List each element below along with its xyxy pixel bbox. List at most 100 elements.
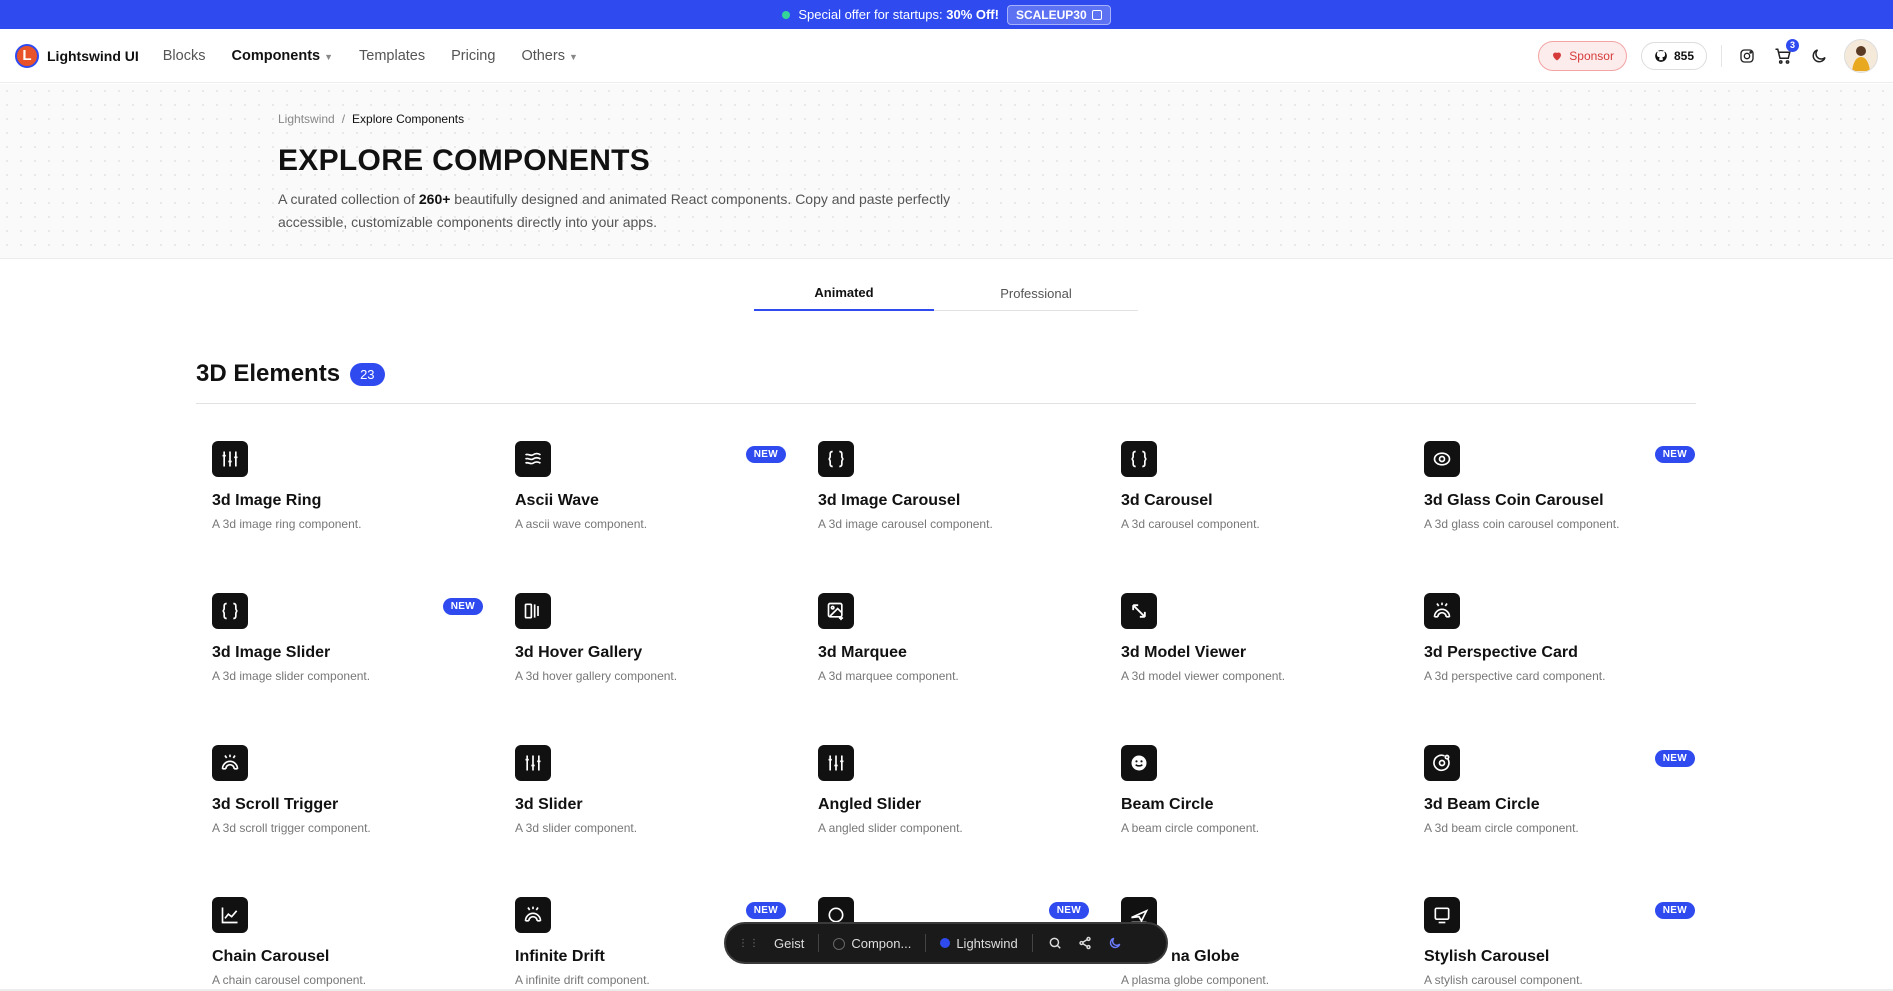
nav-link-templates[interactable]: Templates [359, 48, 425, 64]
card-title: 3d Image Ring [212, 492, 322, 509]
component-card[interactable]: 3d Image Ring A 3d image ring component. [196, 424, 499, 576]
card-title: 3d Carousel [1121, 492, 1213, 509]
avatar[interactable] [1844, 38, 1878, 73]
card-title: Stylish Carousel [1424, 948, 1550, 965]
theme-toggle-icon[interactable] [1808, 45, 1830, 67]
page-selector[interactable]: Compon... [833, 936, 911, 951]
tab-animated[interactable]: Animated [754, 275, 934, 311]
drag-handle-icon[interactable]: ⋮⋮ [738, 938, 760, 949]
component-card[interactable]: Chain Carousel A chain carousel component… [196, 880, 499, 991]
divider [818, 934, 820, 952]
page-selector-label: Compon... [851, 935, 912, 951]
sliders-icon [515, 745, 551, 781]
card-title: 3d Marquee [818, 644, 907, 661]
card-description: A infinite drift component. [515, 973, 650, 987]
brand-name: Lightswind UI [47, 47, 139, 64]
card-title: 3d Hover Gallery [515, 644, 643, 661]
desc-bold: 260+ [418, 191, 451, 207]
nav-links: Blocks Components ▼ Templates Pricing Oth… [163, 48, 578, 64]
brand-logo[interactable]: L Lightswind UI [15, 43, 139, 68]
card-title: 3d Scroll Trigger [212, 796, 339, 813]
nav-link-components-label: Components [231, 47, 321, 64]
promo-highlight: 30% Off! [946, 7, 999, 22]
component-card[interactable]: 3d Scroll Trigger A 3d scroll trigger com… [196, 728, 499, 880]
theme-selector-label: Lightswind [956, 935, 1018, 951]
sliders-icon [818, 745, 854, 781]
github-icon [1655, 49, 1667, 62]
divider [925, 934, 927, 952]
cart-icon[interactable]: 3 [1772, 38, 1799, 67]
card-title: 3d Image Carousel [818, 492, 961, 509]
card-description: A 3d marquee component. [818, 669, 959, 683]
sponsor-button[interactable]: Sponsor [1538, 40, 1627, 71]
gallery-icon [515, 593, 551, 629]
card-description: A 3d carousel component. [1121, 517, 1260, 531]
component-card[interactable]: 3d Marquee A 3d marquee component. [802, 576, 1105, 728]
eye-icon [1424, 441, 1460, 477]
card-description: A 3d image ring component. [212, 517, 362, 531]
theme-selector[interactable]: Lightswind [940, 935, 1018, 951]
card-description: A angled slider component. [818, 821, 963, 835]
component-card[interactable]: Angled Slider A angled slider component. [802, 728, 1105, 880]
chart-line-icon [212, 897, 248, 933]
breadcrumb-root[interactable]: Lightswind [278, 112, 335, 126]
card-title: 3d Beam Circle [1424, 796, 1540, 813]
page-title: EXPLORE COMPONENTS [278, 144, 651, 177]
card-description: A 3d image slider component. [212, 669, 371, 683]
font-selector[interactable]: Geist [774, 936, 804, 951]
tab-professional[interactable]: Professional [934, 275, 1138, 311]
component-card[interactable]: 3d Glass Coin Carousel A 3d glass coin ca… [1408, 424, 1711, 576]
github-stars: 855 [1673, 48, 1694, 63]
card-title: Angled Slider [818, 796, 922, 813]
component-card[interactable]: 3d Perspective Card A 3d perspective card… [1408, 576, 1711, 728]
promo-code-button[interactable]: SCALEUP30 [1006, 4, 1111, 25]
share-icon[interactable] [1077, 935, 1093, 951]
component-card[interactable]: 3d Carousel A 3d carousel component. [1105, 424, 1408, 576]
component-card[interactable]: 3d Hover Gallery A 3d hover gallery compo… [499, 576, 802, 728]
card-title: 3d Perspective Card [1424, 644, 1578, 661]
component-card[interactable]: 3d Slider A 3d slider component. [499, 728, 802, 880]
circle-icon [833, 937, 846, 950]
nav-link-blocks[interactable]: Blocks [163, 48, 206, 64]
chevron-down-icon: ▼ [568, 51, 578, 62]
card-title: 3d Glass Coin Carousel [1424, 492, 1604, 509]
chevron-down-icon: ▼ [324, 51, 334, 62]
heart-icon [1553, 52, 1562, 60]
braces-icon [212, 593, 248, 629]
component-card[interactable]: Ascii Wave A ascii wave component. NEW [499, 424, 802, 576]
promo-banner: Special offer for startups: 30% Off! SCA… [0, 0, 1893, 29]
cart-badge: 3 [1786, 38, 1799, 52]
sliders-icon [212, 441, 248, 477]
github-button[interactable]: 855 [1640, 41, 1707, 70]
component-card[interactable]: Beam Circle A beam circle component. [1105, 728, 1408, 880]
nav-link-components[interactable]: Components ▼ [231, 48, 333, 64]
search-icon[interactable] [1047, 935, 1063, 951]
card-title: 3d Model Viewer [1121, 644, 1247, 661]
component-card[interactable]: Stylish Carousel A stylish carousel compo… [1408, 880, 1711, 991]
card-title: 3d Image Slider [212, 644, 331, 661]
color-dot-icon [940, 937, 951, 948]
new-badge: NEW [1654, 446, 1695, 463]
moon-icon[interactable] [1107, 935, 1123, 951]
resize-icon [1121, 593, 1157, 629]
desc-before: A curated collection of [278, 191, 419, 207]
breadcrumb-current: Explore Components [352, 112, 465, 126]
status-dot [782, 10, 791, 19]
component-card[interactable]: 3d Beam Circle A 3d beam circle component… [1408, 728, 1711, 880]
card-description: A 3d glass coin carousel component. [1424, 517, 1620, 531]
card-title: na Globe [1171, 948, 1240, 965]
nav-link-pricing[interactable]: Pricing [451, 48, 495, 64]
component-card[interactable]: 3d Model Viewer A 3d model viewer compone… [1105, 576, 1408, 728]
component-card[interactable]: 3d Image Carousel A 3d image carousel com… [802, 424, 1105, 576]
new-badge: NEW [745, 902, 786, 919]
orbit-icon [1424, 745, 1460, 781]
rainbow-icon [212, 745, 248, 781]
card-description: A 3d beam circle component. [1424, 821, 1579, 835]
card-description: A 3d hover gallery component. [515, 669, 678, 683]
rainbow-icon [515, 897, 551, 933]
nav-link-others[interactable]: Others ▼ [521, 48, 577, 64]
section-divider [196, 403, 1696, 404]
component-card[interactable]: 3d Image Slider A 3d image slider compone… [196, 576, 499, 728]
instagram-icon[interactable] [1736, 45, 1758, 67]
page-description: A curated collection of 260+ beautifully… [278, 188, 978, 234]
